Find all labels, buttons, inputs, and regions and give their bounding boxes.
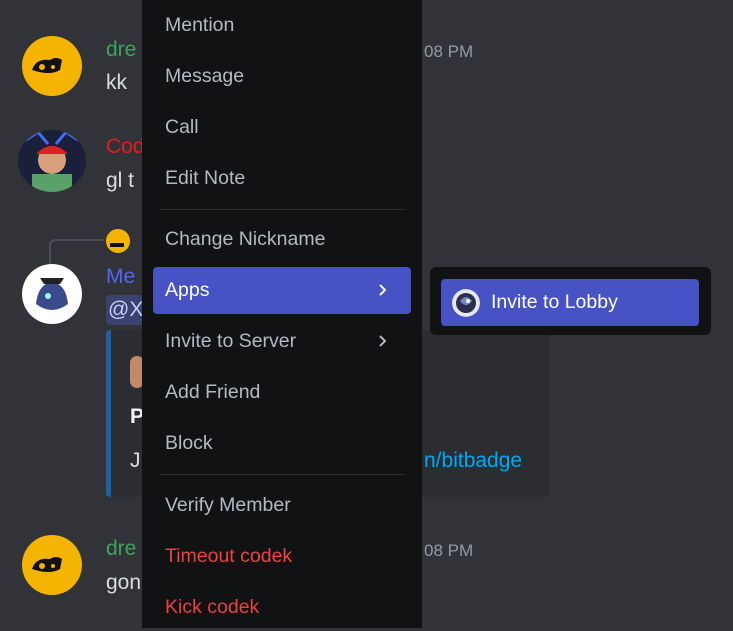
menu-item-edit-note[interactable]: Edit Note xyxy=(153,155,411,202)
menu-item-add-friend[interactable]: Add Friend xyxy=(153,369,411,416)
menu-item-label: Apps xyxy=(165,279,210,301)
menu-separator xyxy=(160,209,405,210)
chevron-right-icon xyxy=(379,284,387,296)
menu-item-label: Block xyxy=(165,432,213,454)
menu-item-call[interactable]: Call xyxy=(153,104,411,151)
message-username[interactable]: dre xyxy=(106,537,136,561)
message-timestamp: 08 PM xyxy=(424,541,474,560)
message-text: kk xyxy=(106,71,127,94)
menu-item-label: Message xyxy=(165,65,245,87)
embed-description: J xyxy=(130,449,141,472)
message-text: gl t xyxy=(106,169,135,192)
menu-item-label: Verify Member xyxy=(165,494,291,516)
message-username[interactable]: Cod xyxy=(106,135,145,159)
lobby-bot-icon xyxy=(452,288,480,317)
menu-item-mention[interactable]: Mention xyxy=(153,2,411,49)
message-username[interactable]: dre xyxy=(106,38,136,62)
menu-item-message[interactable]: Message xyxy=(153,53,411,100)
apps-submenu: Invite to Lobby xyxy=(430,267,711,335)
menu-item-verify-member[interactable]: Verify Member xyxy=(153,482,411,529)
message-timestamp: 08 PM xyxy=(424,42,474,61)
embed-link[interactable]: n/bitbadge xyxy=(424,449,522,473)
reply-connector xyxy=(49,239,104,264)
user-mention[interactable]: @X xyxy=(106,295,144,325)
menu-item-label: Call xyxy=(165,116,199,138)
menu-item-label: Invite to Server xyxy=(165,330,297,352)
chevron-right-icon xyxy=(379,335,387,347)
menu-item-kick[interactable]: Kick codek xyxy=(153,584,411,631)
menu-item-label: Mention xyxy=(165,14,235,36)
submenu-item-invite-to-lobby[interactable]: Invite to Lobby xyxy=(441,279,699,326)
menu-item-label: Add Friend xyxy=(165,381,261,403)
menu-separator xyxy=(160,474,405,475)
blue-creature-avatar-icon[interactable] xyxy=(22,264,82,324)
yellow-blob-avatar-icon[interactable] xyxy=(22,36,82,96)
yellow-blob-avatar-icon[interactable] xyxy=(22,535,82,595)
message-text: gon xyxy=(106,571,142,594)
menu-item-apps[interactable]: Apps xyxy=(153,267,411,314)
menu-item-block[interactable]: Block xyxy=(153,420,411,467)
person-red-cap-avatar-icon[interactable] xyxy=(18,130,86,192)
submenu-item-label: Invite to Lobby xyxy=(491,291,618,313)
menu-item-invite-to-server[interactable]: Invite to Server xyxy=(153,318,411,365)
menu-item-change-nickname[interactable]: Change Nickname xyxy=(153,216,411,263)
menu-item-label: Edit Note xyxy=(165,167,246,189)
message-username[interactable]: Me xyxy=(106,265,135,289)
user-context-menu: Mention Message Call Edit Note Change Ni… xyxy=(142,0,422,628)
menu-item-label: Timeout codek xyxy=(165,545,293,567)
reply-avatar-icon xyxy=(106,229,130,253)
menu-item-label: Kick codek xyxy=(165,596,260,618)
menu-item-label: Change Nickname xyxy=(165,228,326,250)
menu-item-timeout[interactable]: Timeout codek xyxy=(153,533,411,580)
